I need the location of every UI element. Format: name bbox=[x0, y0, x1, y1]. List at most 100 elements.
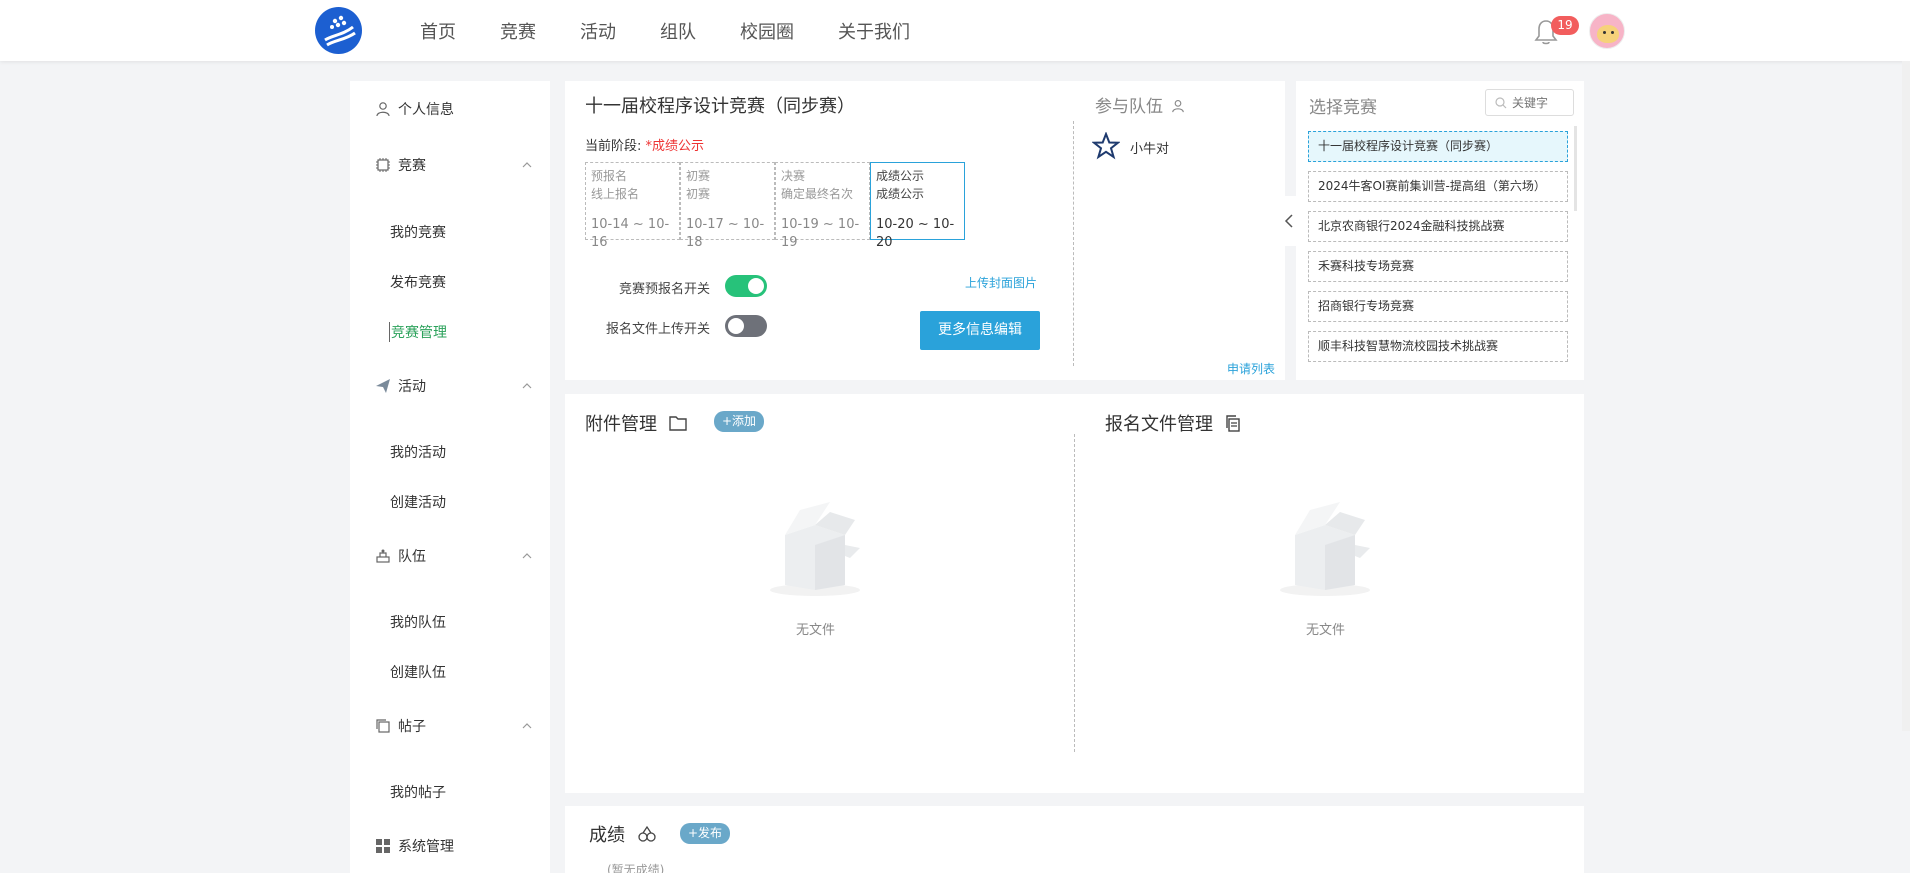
chevron-up-icon bbox=[522, 383, 532, 389]
add-attachment-button[interactable]: +添加 bbox=[714, 411, 765, 432]
select-competition-title: 选择竞赛 bbox=[1309, 98, 1377, 118]
sidebar-item-label: 活动 bbox=[398, 379, 426, 395]
teams-title: 参与队伍 bbox=[1095, 92, 1185, 117]
empty-box-icon bbox=[770, 502, 860, 596]
nav-about[interactable]: 关于我们 bbox=[838, 18, 910, 44]
stage-desc: 初赛 bbox=[686, 187, 711, 201]
sidebar-item-create-activity[interactable]: 创建活动 bbox=[390, 492, 446, 512]
competition-list-item[interactable]: 顺丰科技智慧物流校园技术挑战赛 bbox=[1308, 331, 1568, 362]
paper-plane-icon bbox=[376, 379, 390, 393]
sidebar: 个人信息 竞赛 我的竞赛 发布竞赛 竞赛管理 活动 我的活动 创建活动 队伍 我… bbox=[350, 81, 550, 873]
team-name[interactable]: 小牛对 bbox=[1130, 138, 1169, 157]
divider bbox=[1073, 121, 1074, 366]
chevron-left-icon bbox=[1284, 214, 1293, 228]
stage-dates: 10-20 ~ 10-20 bbox=[876, 217, 955, 250]
publish-score-button[interactable]: +发布 bbox=[680, 823, 731, 844]
chevron-up-icon bbox=[522, 162, 532, 168]
prereg-switch-label: 竞赛预报名开关 bbox=[619, 282, 711, 297]
sidebar-item-label: 个人信息 bbox=[398, 102, 454, 118]
sidebar-item-publish-competition[interactable]: 发布竞赛 bbox=[390, 272, 446, 292]
stage-dates: 10-19 ~ 10-19 bbox=[781, 217, 860, 250]
sidebar-item-label: 队伍 bbox=[398, 549, 426, 565]
registration-files-header: 报名文件管理 bbox=[1105, 410, 1241, 436]
empty-box-icon bbox=[1280, 502, 1370, 596]
stage-preregister: 预报名 线上报名 10-14 ~ 10-16 bbox=[585, 162, 680, 250]
registration-files-empty-text: 无文件 bbox=[1306, 623, 1346, 638]
avatar[interactable] bbox=[1589, 13, 1625, 49]
competition-list-item[interactable]: 北京农商银行2024金融科技挑战赛 bbox=[1308, 211, 1568, 242]
more-info-edit-button[interactable]: 更多信息编辑 bbox=[920, 311, 1040, 350]
nav-home[interactable]: 首页 bbox=[420, 18, 456, 44]
search-icon bbox=[1495, 97, 1507, 109]
star-icon bbox=[1092, 132, 1120, 160]
folder-icon bbox=[669, 416, 687, 431]
team-icon bbox=[376, 549, 390, 563]
competition-list-item[interactable]: 招商银行专场竞赛 bbox=[1308, 291, 1568, 322]
nav-activity[interactable]: 活动 bbox=[580, 18, 616, 44]
scores-title: 成绩 bbox=[589, 825, 625, 846]
sidebar-item-activity[interactable]: 活动 bbox=[350, 371, 550, 401]
upload-switch-label: 报名文件上传开关 bbox=[606, 322, 711, 337]
attachments-empty-text: 无文件 bbox=[796, 623, 836, 638]
stage-preliminary: 初赛 初赛 10-17 ~ 10-18 bbox=[680, 162, 775, 250]
stage-desc: 确定最终名次 bbox=[781, 187, 854, 201]
sidebar-item-label: 系统管理 bbox=[398, 839, 454, 855]
sidebar-item-my-posts[interactable]: 我的帖子 bbox=[390, 782, 446, 802]
stage-final: 决赛 确定最终名次 10-19 ~ 10-19 bbox=[775, 162, 870, 250]
sidebar-item-my-teams[interactable]: 我的队伍 bbox=[390, 612, 446, 632]
sidebar-item-my-activities[interactable]: 我的活动 bbox=[390, 442, 446, 462]
current-phase-value: *成绩公示 bbox=[645, 139, 705, 154]
sidebar-item-label: 竞赛 bbox=[398, 158, 426, 174]
registration-files-title: 报名文件管理 bbox=[1105, 414, 1213, 435]
apply-list-link[interactable]: 申请列表 bbox=[1227, 360, 1275, 377]
stage-results: 成绩公示 成绩公示 10-20 ~ 10-20 bbox=[870, 162, 965, 250]
competition-title: 十一届校程序设计竞赛（同步赛） bbox=[585, 96, 855, 117]
list-scrollbar[interactable] bbox=[1574, 126, 1577, 211]
page-scrollbar[interactable] bbox=[1902, 61, 1910, 731]
sidebar-item-team[interactable]: 队伍 bbox=[350, 541, 550, 571]
chevron-up-icon bbox=[522, 553, 532, 559]
sidebar-item-label: 帖子 bbox=[398, 719, 426, 735]
toggle-knob bbox=[748, 278, 764, 294]
scores-empty-text: (暂无成绩) bbox=[607, 863, 665, 873]
stage-desc: 线上报名 bbox=[591, 187, 640, 201]
copy-icon bbox=[1226, 414, 1240, 432]
chip-icon bbox=[376, 158, 390, 172]
search-input[interactable] bbox=[1512, 94, 1570, 112]
stage-desc: 成绩公示 bbox=[876, 187, 925, 201]
user-icon bbox=[1172, 100, 1185, 113]
sidebar-item-competition[interactable]: 竞赛 bbox=[350, 150, 550, 180]
notification-badge: 19 bbox=[1551, 16, 1579, 35]
stage-dates: 10-14 ~ 10-16 bbox=[591, 217, 670, 250]
stage-dates: 10-17 ~ 10-18 bbox=[686, 217, 765, 250]
trophy-icon bbox=[638, 825, 656, 842]
current-phase-label: 当前阶段: bbox=[585, 139, 642, 154]
upload-cover-link[interactable]: 上传封面图片 bbox=[965, 274, 1037, 291]
competition-list-item[interactable]: 禾赛科技专场竞赛 bbox=[1308, 251, 1568, 282]
avatar-face-icon bbox=[1597, 25, 1619, 43]
nav-campus[interactable]: 校园圈 bbox=[740, 18, 794, 44]
prereg-toggle[interactable] bbox=[725, 275, 767, 297]
site-logo[interactable] bbox=[315, 7, 362, 54]
divider bbox=[1074, 434, 1075, 752]
sidebar-item-create-team[interactable]: 创建队伍 bbox=[390, 662, 446, 682]
scores-header: 成绩 bbox=[589, 821, 657, 847]
sidebar-item-system[interactable]: 系统管理 bbox=[350, 831, 550, 861]
teams-title-label: 参与队伍 bbox=[1095, 97, 1163, 117]
competition-list-item[interactable]: 十一届校程序设计竞赛（同步赛） bbox=[1308, 131, 1568, 162]
search-box[interactable] bbox=[1485, 89, 1574, 116]
sidebar-item-manage-competition[interactable]: 竞赛管理 bbox=[389, 322, 447, 342]
sidebar-item-my-competitions[interactable]: 我的竞赛 bbox=[390, 222, 446, 242]
avatar-eye-icon bbox=[1611, 31, 1614, 34]
avatar-eye-icon bbox=[1603, 31, 1606, 34]
sidebar-item-profile[interactable]: 个人信息 bbox=[350, 94, 550, 124]
grid-icon bbox=[376, 839, 390, 853]
top-navbar: 首页 竞赛 活动 组队 校园圈 关于我们 19 bbox=[0, 0, 1910, 61]
nav-competition[interactable]: 竞赛 bbox=[500, 18, 536, 44]
sidebar-item-posts[interactable]: 帖子 bbox=[350, 711, 550, 741]
competition-list-item[interactable]: 2024牛客OI赛前集训营-提高组（第六场） bbox=[1308, 171, 1568, 202]
chevron-up-icon bbox=[522, 723, 532, 729]
nav-team[interactable]: 组队 bbox=[660, 18, 696, 44]
attachments-header: 附件管理 bbox=[585, 410, 687, 436]
upload-toggle[interactable] bbox=[725, 315, 767, 337]
